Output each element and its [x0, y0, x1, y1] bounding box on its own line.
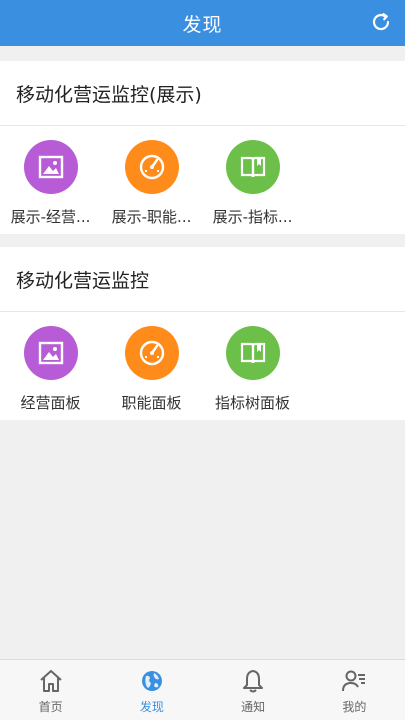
bottom-tab-bar: 首页 发现 通知 我的	[0, 659, 405, 720]
tab-label: 我的	[342, 700, 367, 714]
globe-icon	[141, 671, 162, 691]
gauge-icon	[124, 326, 179, 380]
section-ops-monitor-demo: 移动化营运监控(展示) 展示-经营... 展示-职能... 展示-指标...	[0, 61, 405, 234]
app-tile-indicator-tree-panel[interactable]: 指标树面板	[202, 312, 303, 420]
app-tile-demo-indicator[interactable]: 展示-指标...	[202, 126, 303, 234]
gauge-icon	[124, 140, 179, 194]
top-bar: 发现	[0, 0, 405, 46]
tab-discover[interactable]: 发现	[101, 660, 202, 720]
app-tile-business-panel[interactable]: 经营面板	[0, 312, 101, 420]
app-tile-label: 职能面板	[121, 394, 182, 412]
app-tile-demo-function[interactable]: 展示-职能...	[101, 126, 202, 234]
app-tile-label: 展示-指标...	[212, 208, 293, 226]
tab-label: 首页	[38, 700, 63, 714]
app-tile-demo-business[interactable]: 展示-经营...	[0, 126, 101, 234]
bell-icon	[243, 670, 264, 693]
app-tile-label: 指标树面板	[214, 394, 290, 412]
refresh-icon[interactable]	[369, 10, 393, 34]
tab-label: 发现	[139, 700, 164, 714]
book-icon	[225, 140, 280, 194]
image-icon	[23, 140, 78, 194]
app-tile-label: 展示-职能...	[111, 208, 192, 226]
book-icon	[225, 326, 280, 380]
tab-home[interactable]: 首页	[0, 660, 101, 720]
section-title: 移动化营运监控	[0, 247, 405, 312]
section-ops-monitor: 移动化营运监控 经营面板 职能面板 指标树面板	[0, 247, 405, 420]
image-icon	[23, 326, 78, 380]
page-title: 发现	[182, 13, 223, 36]
app-tile-function-panel[interactable]: 职能面板	[101, 312, 202, 420]
app-tile-label: 展示-经营...	[10, 208, 91, 226]
tab-label: 通知	[241, 700, 266, 714]
section-title: 移动化营运监控(展示)	[0, 61, 405, 126]
app-tile-label: 经营面板	[20, 394, 81, 412]
home-icon	[39, 670, 62, 692]
tab-profile[interactable]: 我的	[304, 660, 405, 720]
profile-icon	[342, 670, 366, 692]
tab-notifications[interactable]: 通知	[203, 660, 304, 720]
